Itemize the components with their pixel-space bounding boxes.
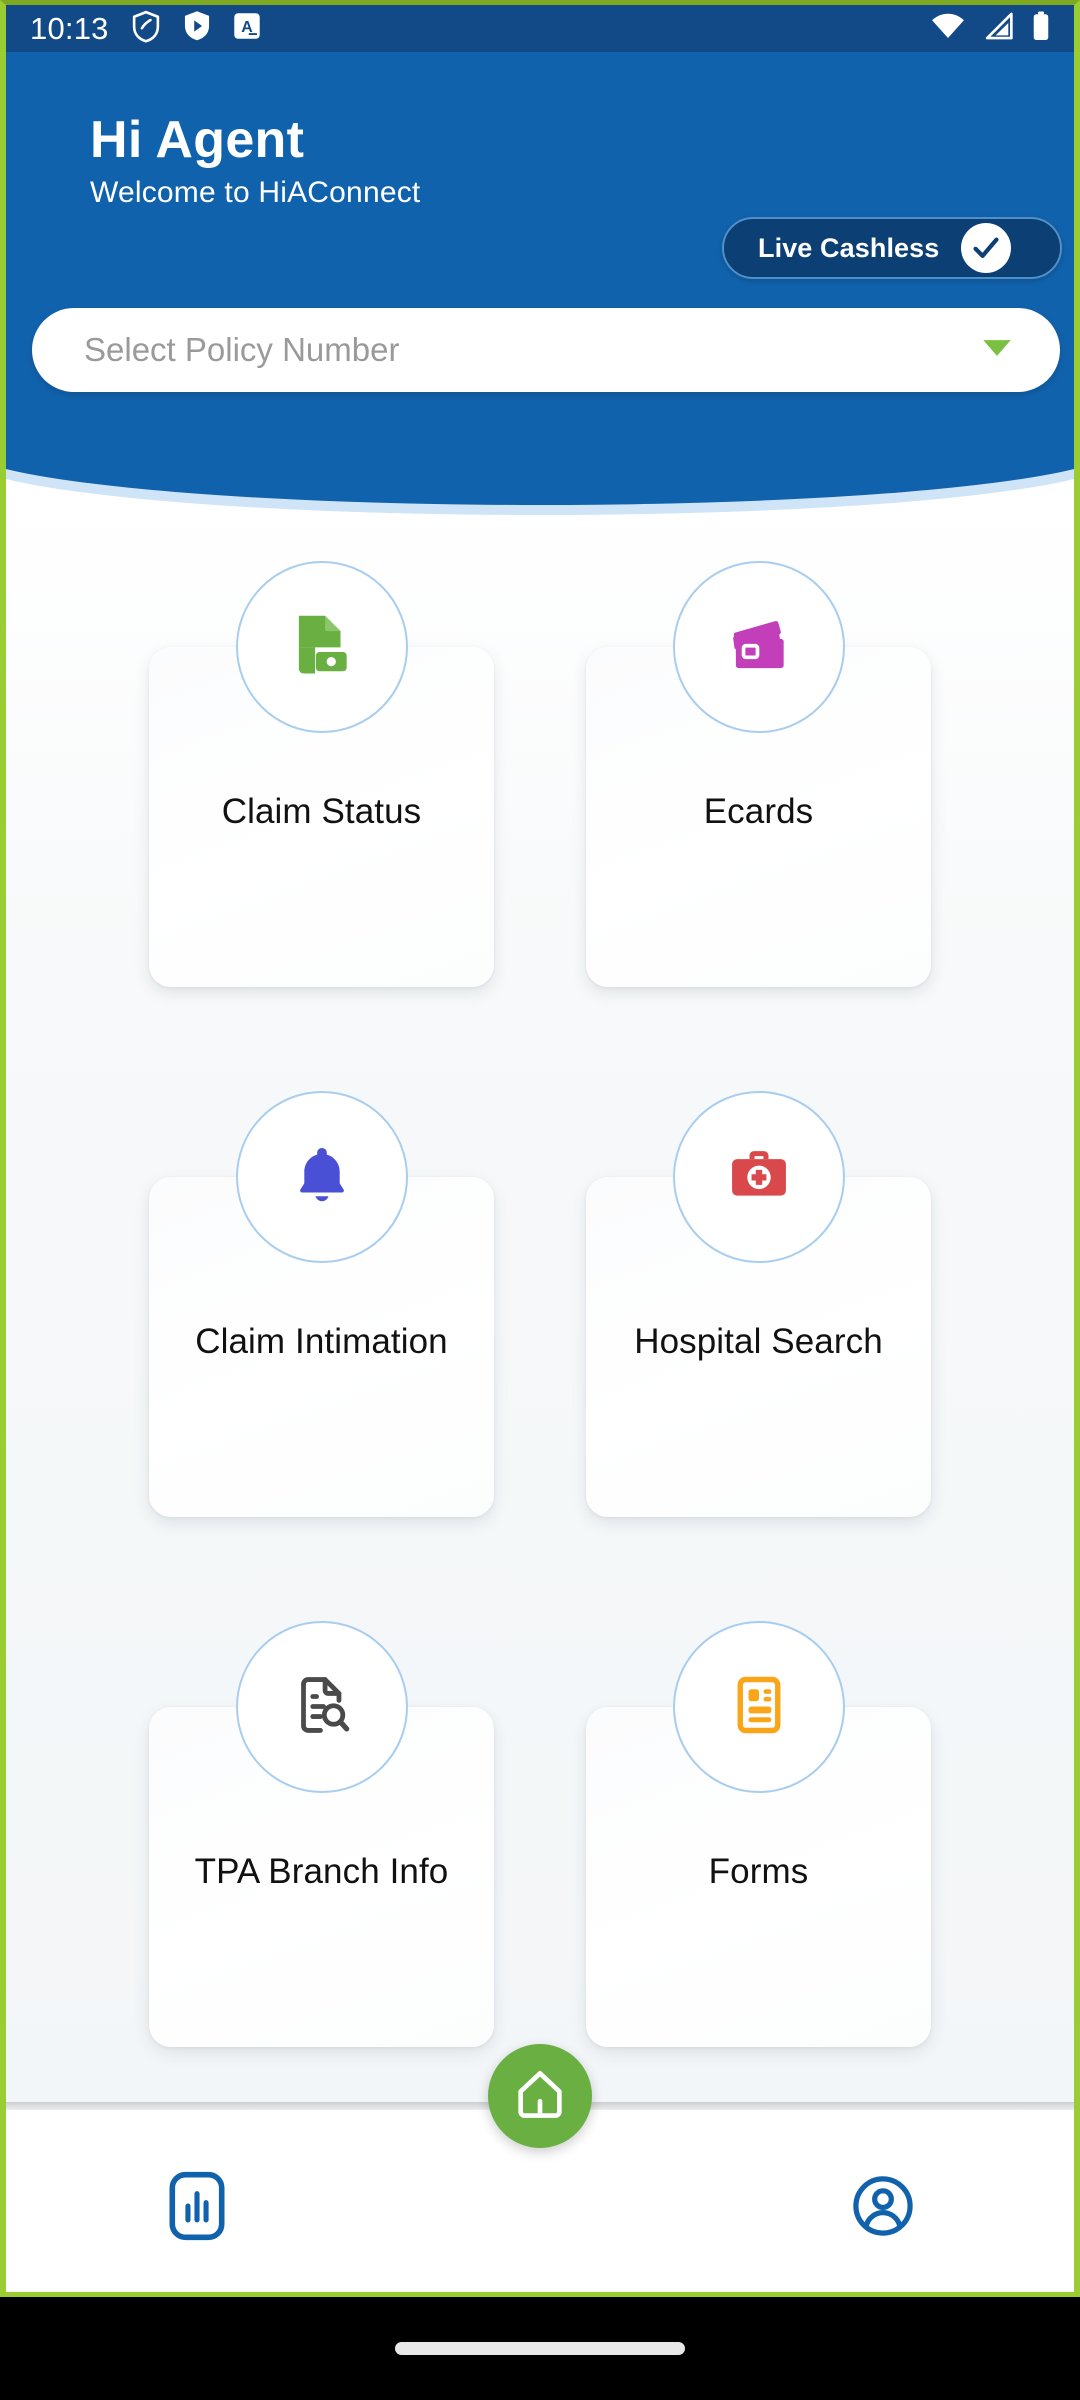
menu-tile-forms[interactable]: Forms <box>586 1621 931 2110</box>
document-money-icon <box>285 608 359 687</box>
cards-stack-icon <box>722 608 796 687</box>
menu-tile-hospital-search[interactable]: Hospital Search <box>586 1091 931 1585</box>
tile-label: Ecards <box>703 792 814 831</box>
status-bar-clock: 10:13 <box>30 11 109 46</box>
check-circle-icon <box>961 223 1012 273</box>
status-bar-right <box>930 11 1052 46</box>
welcome-subtitle: Welcome to HiAConnect <box>90 175 421 209</box>
app-frame: 10:13 A Hi Agent Welcome to HiAConnect L… <box>0 0 1080 2297</box>
menu-tile-claim-status[interactable]: Claim Status <box>149 561 494 1055</box>
nav-item-home[interactable] <box>488 2044 592 2148</box>
icon-badge <box>235 1091 408 1263</box>
shield-icon <box>131 10 161 48</box>
tile-label: Claim Status <box>221 792 422 831</box>
phone-screen: 10:13 A Hi Agent Welcome to HiAConnect L… <box>0 0 1080 2400</box>
nav-item-reports[interactable] <box>152 2168 242 2248</box>
battery-icon <box>1030 11 1052 46</box>
status-bar-left: 10:13 A <box>30 10 261 48</box>
live-cashless-label: Live Cashless <box>758 232 940 263</box>
tile-label: Forms <box>708 1852 809 1891</box>
main-content: Claim Status Ecards Claim Intimation Hos… <box>6 505 1074 2110</box>
menu-grid: Claim Status Ecards Claim Intimation Hos… <box>6 561 1074 2110</box>
menu-tile-ecards[interactable]: Ecards <box>586 561 931 1055</box>
nav-item-profile[interactable] <box>838 2168 928 2248</box>
cellular-signal-icon <box>982 12 1014 45</box>
user-circle-icon <box>852 2175 914 2242</box>
play-shield-icon <box>183 10 211 48</box>
bar-chart-icon <box>169 2171 225 2246</box>
app-badge-a-icon: A <box>233 12 261 45</box>
icon-badge <box>672 1091 845 1263</box>
bell-icon <box>286 1139 358 1216</box>
icon-badge <box>235 1621 408 1793</box>
icon-badge <box>235 561 408 733</box>
chevron-down-icon[interactable] <box>980 336 1014 365</box>
tile-label: Claim Intimation <box>195 1322 448 1361</box>
policy-number-select[interactable]: Select Policy Number <box>32 308 1060 392</box>
medical-briefcase-icon <box>721 1137 797 1218</box>
icon-badge <box>672 1621 845 1793</box>
menu-tile-tpa-branch-info[interactable]: TPA Branch Info <box>149 1621 494 2110</box>
system-gesture-bar <box>0 2297 1080 2400</box>
icon-badge <box>672 561 845 733</box>
bottom-navigation-bar <box>6 2044 1074 2292</box>
page-title: Hi Agent <box>90 111 305 169</box>
status-bar: 10:13 A <box>6 5 1074 52</box>
policy-select-placeholder: Select Policy Number <box>84 331 400 368</box>
form-document-icon <box>723 1669 795 1746</box>
home-icon <box>511 2065 569 2128</box>
tile-label: Hospital Search <box>634 1322 883 1361</box>
gesture-pill[interactable] <box>395 2342 685 2355</box>
greeting-block: Hi Agent Welcome to HiAConnect <box>90 113 420 210</box>
live-cashless-badge[interactable]: Live Cashless <box>722 217 1062 279</box>
menu-tile-claim-intimation[interactable]: Claim Intimation <box>149 1091 494 1585</box>
document-search-icon <box>285 1668 359 1747</box>
wifi-icon <box>930 12 966 45</box>
tile-label: TPA Branch Info <box>194 1852 449 1891</box>
